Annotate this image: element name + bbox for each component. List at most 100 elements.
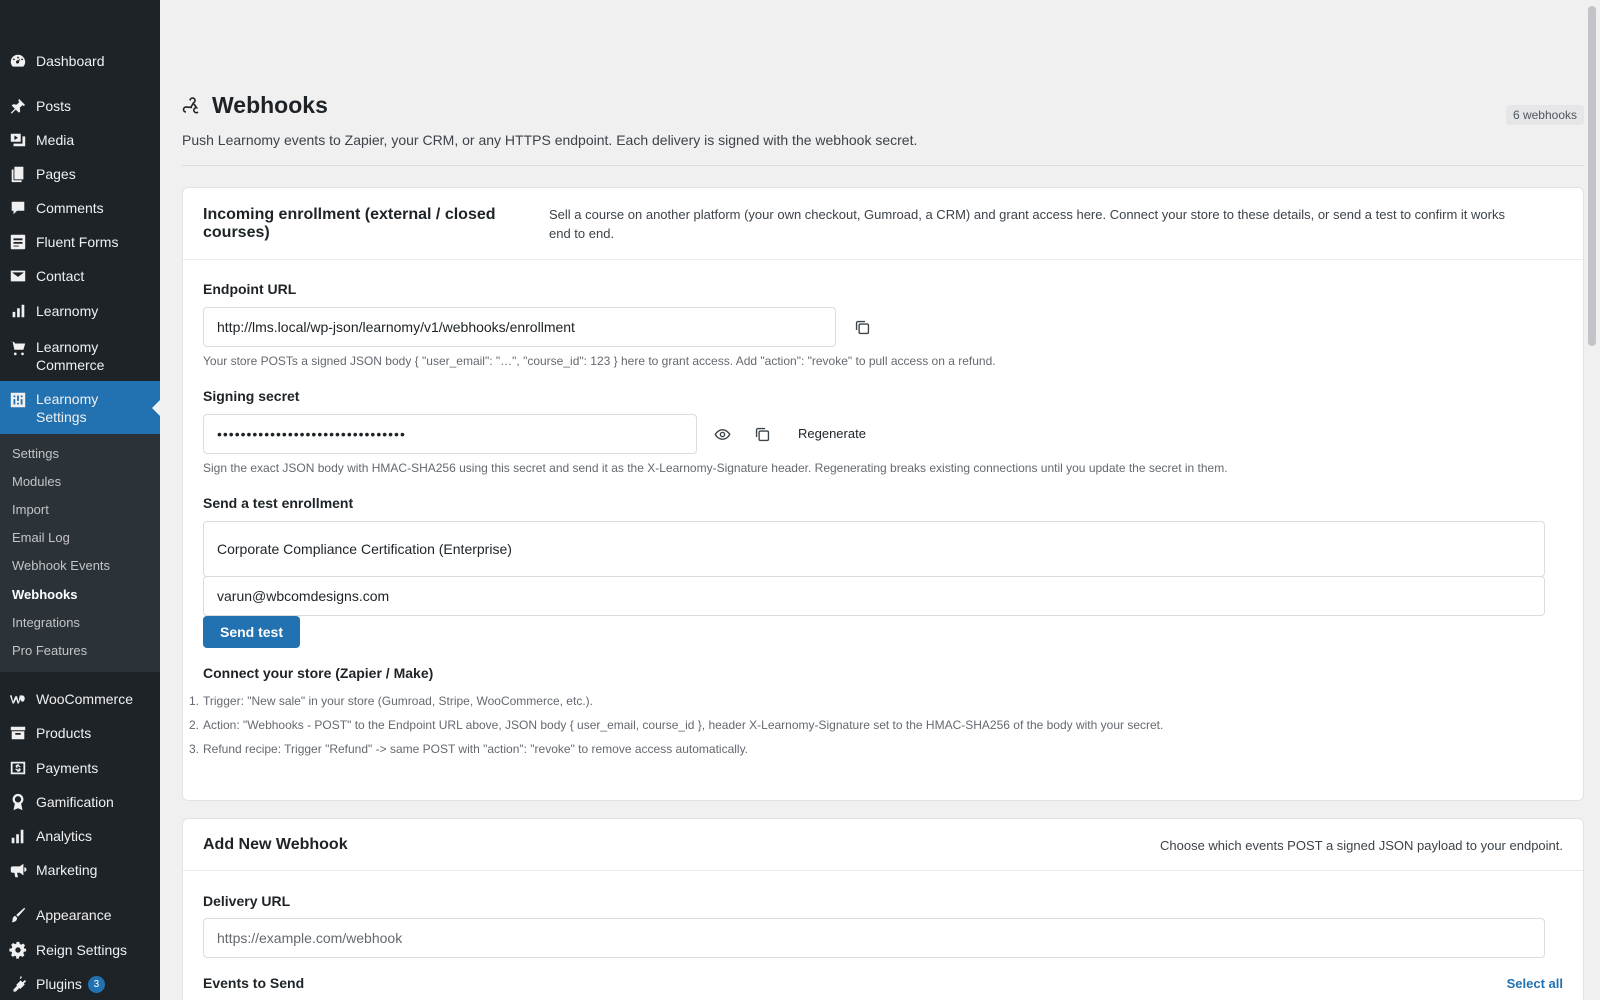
submenu-pro-features[interactable]: Pro Features — [12, 643, 87, 658]
sidebar-item-fluent-forms[interactable]: Fluent Forms — [0, 232, 160, 252]
copy-secret-button[interactable] — [751, 423, 773, 445]
endpoint-url-label: Endpoint URL — [203, 281, 297, 297]
card-title: Add New Webhook — [203, 836, 348, 853]
test-course-select[interactable]: Corporate Compliance Certification (Ente… — [203, 521, 1545, 577]
sidebar-item-label: Comments — [36, 200, 104, 216]
sidebar-item-learnomy-settings[interactable]: Learnomy Settings — [0, 381, 160, 434]
sidebar-item-products[interactable]: Products — [0, 723, 160, 743]
card-header: Add New Webhook Choose which events POST… — [183, 819, 1583, 871]
sidebar-item-label: Dashboard — [36, 53, 105, 69]
test-email-field[interactable]: varun@wbcomdesigns.com — [203, 576, 1545, 616]
settings-submenu: Settings Modules Import Email Log Webhoo… — [0, 434, 160, 672]
list-item: 2. Action: "Webhooks - POST" to the Endpo… — [189, 718, 1164, 732]
submenu-import[interactable]: Import — [12, 502, 49, 517]
sidebar-item-plugins[interactable]: Plugins 3 — [0, 974, 160, 994]
pin-icon — [8, 96, 28, 116]
plugin-icon — [8, 974, 28, 994]
submenu-email-log[interactable]: Email Log — [12, 530, 70, 545]
endpoint-url-field[interactable]: http://lms.local/wp-json/learnomy/v1/web… — [203, 307, 836, 347]
submenu-modules[interactable]: Modules — [12, 474, 61, 489]
header-divider — [182, 165, 1584, 166]
sidebar-item-analytics[interactable]: Analytics — [0, 826, 160, 846]
sidebar-item-appearance[interactable]: Appearance — [0, 905, 160, 925]
plugins-update-badge: 3 — [87, 975, 105, 993]
incoming-enrollment-card: Incoming enrollment (external / closed c… — [182, 187, 1584, 801]
sidebar-item-label: Appearance — [36, 907, 112, 923]
sidebar-item-label: Contact — [36, 268, 85, 284]
webhook-count-badge: 6 webhooks — [1505, 105, 1584, 125]
test-enrollment-label: Send a test enrollment — [203, 495, 354, 511]
delivery-url-label: Delivery URL — [203, 893, 291, 909]
sidebar-item-label: Gamification — [36, 794, 114, 810]
copy-icon — [855, 320, 869, 334]
card-header: Incoming enrollment (external / closed c… — [183, 188, 1583, 260]
sidebar-item-woocommerce[interactable]: WooCommerce — [0, 689, 160, 709]
copy-endpoint-button[interactable] — [851, 316, 873, 338]
submenu-integrations[interactable]: Integrations — [12, 615, 80, 630]
page-title: Webhooks — [182, 92, 328, 119]
reveal-secret-button[interactable] — [711, 423, 733, 445]
signing-secret-label: Signing secret — [203, 388, 300, 404]
sidebar-item-learnomy[interactable]: Learnomy — [0, 301, 160, 321]
sidebar-item-gamification[interactable]: Gamification — [0, 792, 160, 812]
megaphone-icon — [8, 860, 28, 880]
dashboard-icon — [8, 51, 28, 71]
sidebar-item-label: Plugins — [36, 976, 82, 992]
pages-icon — [8, 164, 28, 184]
sidebar-item-payments[interactable]: Payments — [0, 758, 160, 778]
eye-icon — [714, 428, 730, 440]
secret-help-text: Sign the exact JSON body with HMAC-SHA25… — [203, 461, 1228, 475]
page-heading: Webhooks — [212, 92, 328, 118]
endpoint-help-text: Your store POSTs a signed JSON body { "u… — [203, 354, 996, 368]
submenu-webhook-events[interactable]: Webhook Events — [12, 558, 110, 573]
comment-icon — [8, 198, 28, 218]
sidebar-item-label: Fluent Forms — [36, 234, 119, 250]
sidebar-item-dashboard[interactable]: Dashboard — [0, 51, 160, 71]
send-test-button[interactable]: Send test — [203, 616, 300, 648]
add-webhook-card: Add New Webhook Choose which events POST… — [182, 818, 1584, 1000]
sidebar-item-label: Posts — [36, 98, 72, 114]
submenu-settings[interactable]: Settings — [12, 446, 59, 461]
list-item: 1. Trigger: "New sale" in your store (Gum… — [189, 694, 593, 708]
forms-icon — [8, 232, 28, 252]
page-description: Push Learnomy events to Zapier, your CRM… — [182, 132, 918, 148]
page-scrollbar[interactable] — [1584, 0, 1600, 1000]
sidebar-item-label: Learnomy Commerce — [36, 339, 105, 373]
scrollbar-thumb[interactable] — [1588, 6, 1596, 346]
sidebar-item-label: Media — [36, 132, 75, 148]
award-icon — [8, 792, 28, 812]
delivery-url-input[interactable]: https://example.com/webhook — [203, 918, 1545, 958]
signing-secret-field[interactable]: •••••••••••••••••••••••••••••••• — [203, 414, 697, 454]
sidebar-item-label: Pages — [36, 166, 76, 182]
cart-icon — [8, 338, 28, 358]
gear-icon — [8, 940, 28, 960]
events-to-send-label: Events to Send — [203, 975, 305, 991]
money-icon — [8, 758, 28, 778]
sidebar-item-marketing[interactable]: Marketing — [0, 860, 160, 880]
regenerate-secret-button[interactable]: Regenerate — [798, 426, 866, 441]
sidebar-item-posts[interactable]: Posts — [0, 96, 160, 116]
admin-sidebar: Dashboard Posts Media Pages Comments Flu… — [0, 0, 160, 1000]
sidebar-item-label: Marketing — [36, 862, 98, 878]
card-description: Choose which events POST a signed JSON p… — [1160, 838, 1563, 853]
webhook-icon — [182, 96, 199, 113]
card-description: Sell a course on another platform (your … — [549, 207, 1505, 241]
sidebar-item-label: Learnomy Settings — [36, 390, 99, 425]
settings-sliders-icon — [8, 390, 28, 410]
sidebar-item-media[interactable]: Media — [0, 130, 160, 150]
sidebar-item-learnomy-commerce[interactable]: Learnomy Commerce — [0, 336, 160, 376]
archive-icon — [8, 723, 28, 743]
brush-icon — [8, 905, 28, 925]
sidebar-item-label: Analytics — [36, 828, 93, 844]
sidebar-item-label: Payments — [36, 760, 99, 776]
select-all-events-link[interactable]: Select all — [1507, 976, 1563, 991]
sidebar-item-reign-settings[interactable]: Reign Settings — [0, 940, 160, 960]
submenu-webhooks[interactable]: Webhooks — [12, 587, 78, 602]
sidebar-item-pages[interactable]: Pages — [0, 164, 160, 184]
sidebar-item-contact[interactable]: Contact — [0, 266, 160, 286]
media-icon — [8, 130, 28, 150]
sidebar-item-label: WooCommerce — [36, 691, 133, 707]
woo-icon — [8, 689, 28, 709]
sidebar-item-comments[interactable]: Comments — [0, 198, 160, 218]
sidebar-item-label: Products — [36, 725, 92, 741]
